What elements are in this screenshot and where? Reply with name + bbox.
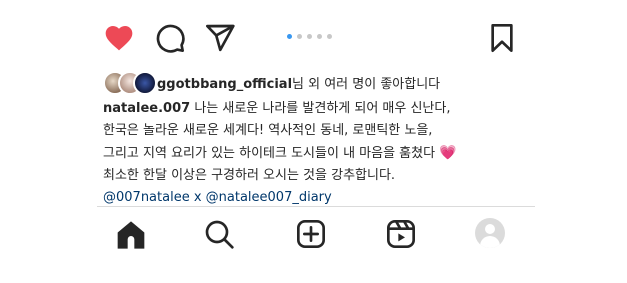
likes-row: ggotbbang_official님 외 여러 명이 좋아합니다 [103, 68, 440, 96]
carousel-indicator [287, 34, 332, 39]
post-action-row [97, 8, 535, 64]
carousel-dot [287, 34, 292, 39]
instagram-post-card: ggotbbang_official님 외 여러 명이 좋아합니다 natale… [97, 8, 535, 207]
likes-suffix[interactable]: 님 외 여러 명이 좋아합니다 [292, 77, 440, 92]
avatar [133, 71, 157, 95]
bottom-tab-bar [97, 214, 535, 254]
post-caption: natalee.007 나는 새로운 나라를 발견하게 되어 매우 신난다, 한… [103, 98, 533, 209]
caption-mentions[interactable]: @007natalee x @natalee007_diary [103, 187, 533, 209]
home-icon[interactable] [115, 218, 147, 250]
likes-summary: ggotbbang_official님 외 여러 명이 좋아합니다 [157, 73, 440, 92]
comment-icon[interactable] [154, 22, 186, 54]
send-icon[interactable] [204, 22, 236, 54]
carousel-dot [307, 34, 312, 39]
carousel-dot [317, 34, 322, 39]
caption-text-line-1: 나는 새로운 나라를 발견하게 되어 매우 신난다, [190, 101, 451, 116]
carousel-dot [297, 34, 302, 39]
search-icon[interactable] [203, 218, 235, 250]
profile-tab[interactable] [475, 218, 507, 250]
caption-text-line-4: 최소한 한달 이상은 구경하러 오시는 것을 강추합니다. [103, 168, 396, 183]
caption-text-line-3: 그리고 지역 요리가 있는 하이테크 도시들이 내 마음을 훔쳤다 [103, 146, 440, 161]
caption-username[interactable]: natalee.007 [103, 101, 190, 116]
pink-heart-emoji: 💗 [439, 145, 457, 161]
bookmark-icon[interactable] [486, 22, 518, 54]
heart-filled-icon[interactable] [103, 22, 135, 54]
liker-username[interactable]: ggotbbang_official [157, 77, 292, 92]
liker-avatars[interactable] [103, 68, 157, 96]
profile-avatar [475, 218, 505, 248]
caption-text-line-2: 한국은 놀라운 새로운 세계다! 역사적인 동네, 로맨틱한 노을, [103, 123, 433, 138]
carousel-dot [327, 34, 332, 39]
reels-icon[interactable] [385, 218, 417, 250]
new-post-icon[interactable] [295, 218, 327, 250]
